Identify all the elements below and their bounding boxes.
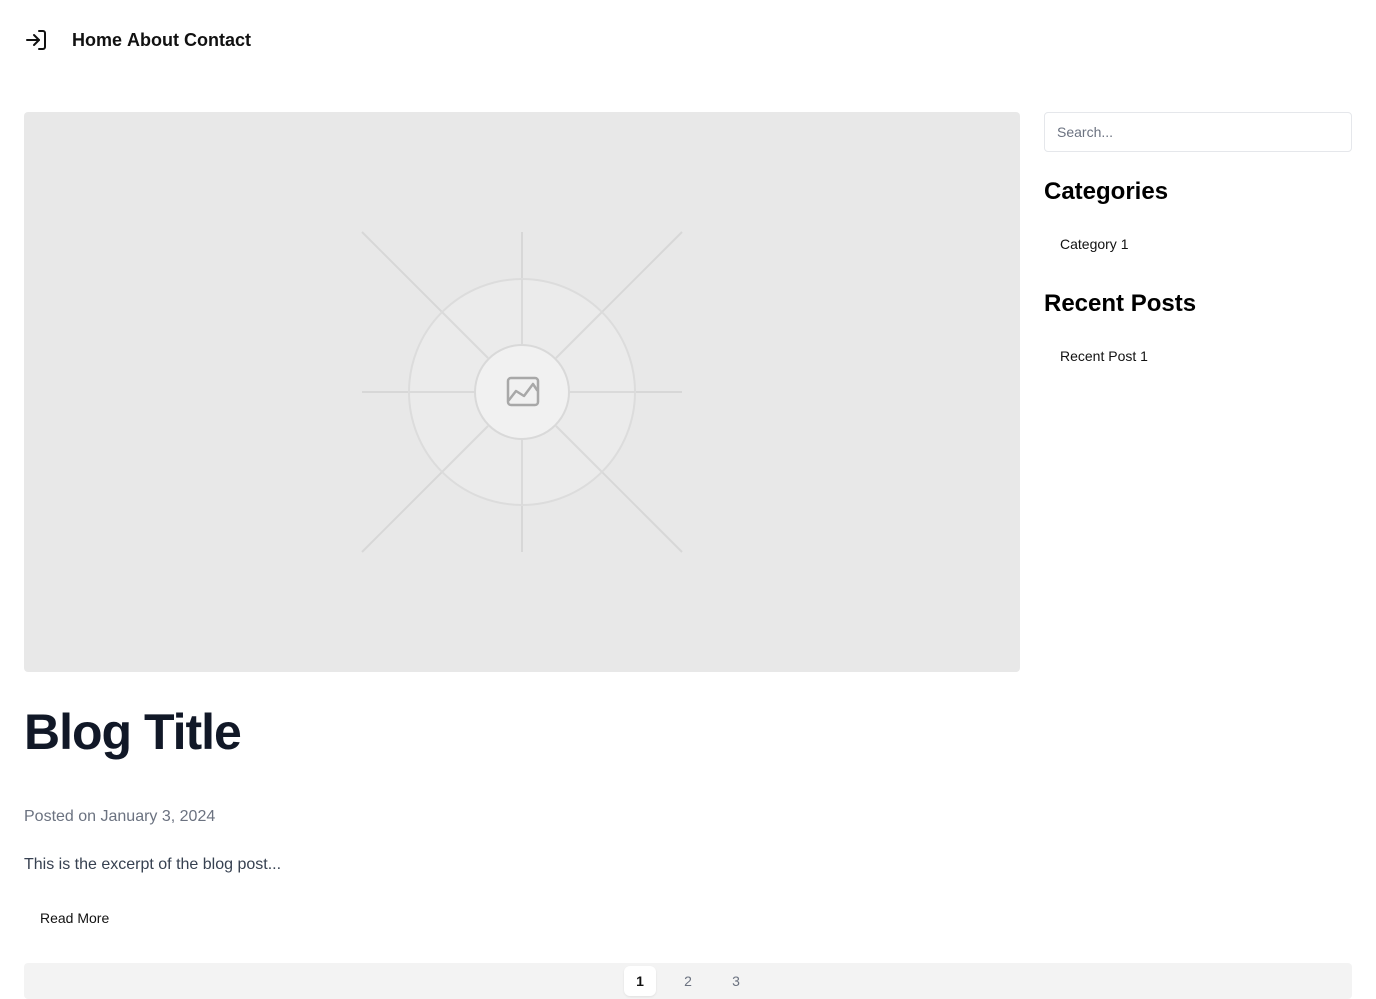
recent-post-link[interactable]: Recent Post 1 [1060, 346, 1148, 366]
categories-heading: Categories [1044, 178, 1169, 205]
recent-posts-heading: Recent Posts [1044, 290, 1197, 317]
page: Home About Contact Blog Title Posted on … [0, 0, 1376, 999]
featured-image-placeholder [24, 112, 1020, 672]
post-title: Blog Title [24, 704, 242, 760]
category-link[interactable]: Category 1 [1060, 234, 1128, 254]
page-button-3[interactable]: 3 [720, 966, 752, 996]
image-placeholder-graphic [361, 231, 683, 553]
page-button-1[interactable]: 1 [624, 966, 656, 996]
nav-link-home[interactable]: Home [72, 30, 122, 51]
post-date: Posted on January 3, 2024 [24, 808, 216, 825]
pagination: 1 2 3 [24, 963, 1352, 999]
main-nav: Home About Contact [72, 30, 251, 51]
post-excerpt: This is the excerpt of the blog post... [24, 856, 282, 873]
read-more-button[interactable]: Read More [24, 902, 125, 934]
login-arrow-icon[interactable] [24, 28, 48, 52]
site-header: Home About Contact [24, 24, 251, 56]
search-input[interactable] [1044, 112, 1352, 152]
nav-link-about[interactable]: About [127, 30, 179, 51]
page-button-2[interactable]: 2 [672, 966, 704, 996]
nav-link-contact[interactable]: Contact [184, 30, 251, 51]
